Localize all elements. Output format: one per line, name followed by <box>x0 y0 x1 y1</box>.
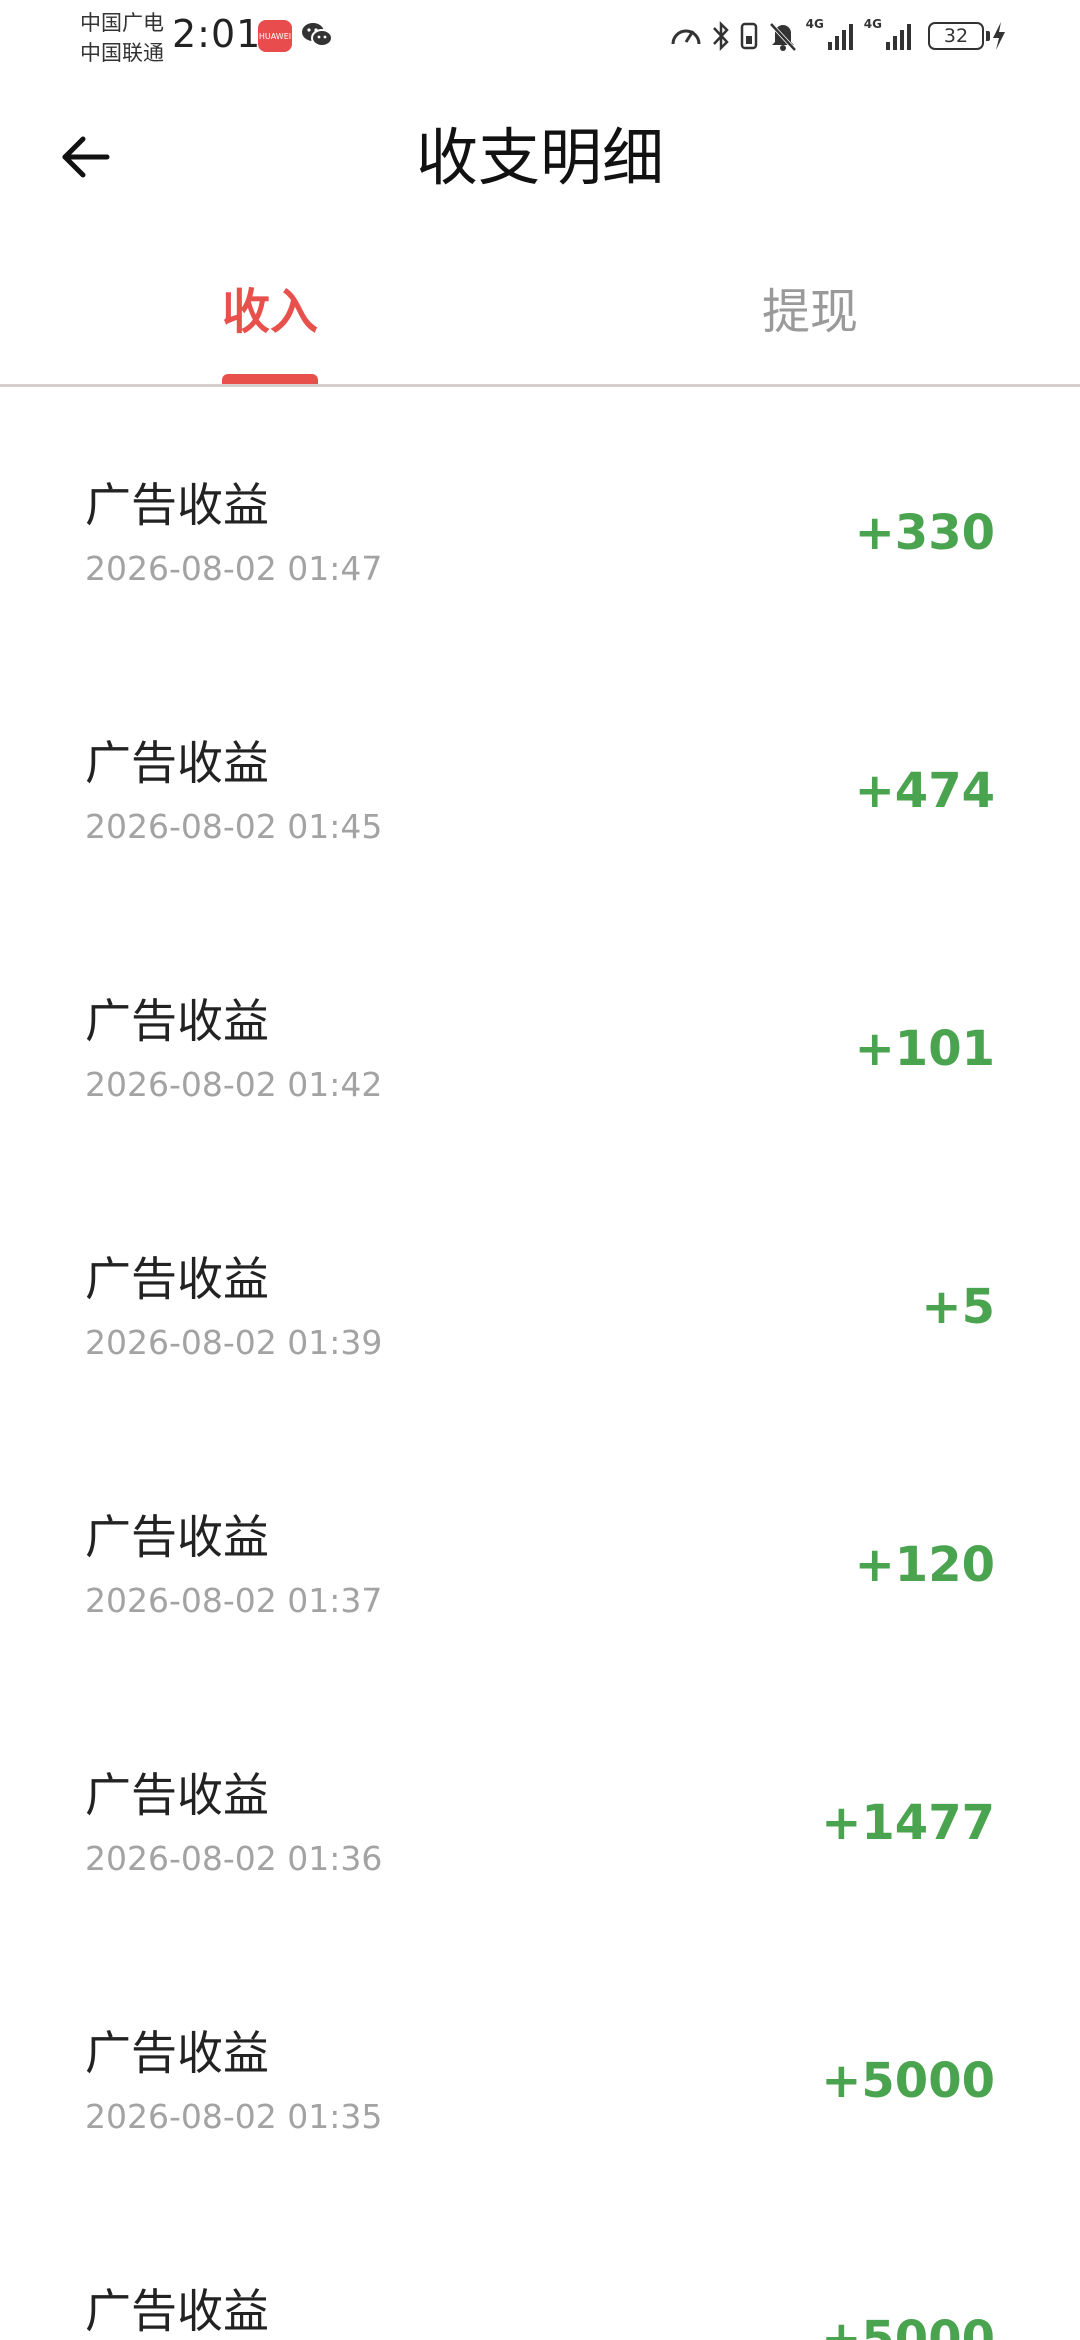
carrier-2: 中国联通 <box>80 41 164 65</box>
list-item[interactable]: 广告收益 2026-08-02 01:39 +5 <box>0 1161 1080 1419</box>
record-time: 2026-08-02 01:37 <box>85 1581 383 1620</box>
active-tab-indicator <box>222 374 318 384</box>
record-amount: +474 <box>854 763 995 819</box>
carrier-info: 中国广电 中国联通 <box>80 8 164 68</box>
bluetooth-icon <box>712 20 729 52</box>
status-icons: 4G 4G 32 <box>668 16 1008 56</box>
record-title: 广告收益 <box>85 736 269 790</box>
carrier-1: 中国广电 <box>80 11 164 35</box>
page-title: 收支明细 <box>415 121 664 194</box>
app-header: 收支明细 <box>0 96 1080 226</box>
record-amount: +1477 <box>821 1795 995 1851</box>
signal-icon <box>827 24 853 50</box>
status-bar: 中国广电 中国联通 2:01 HUAWEI 4G 4G 32 <box>0 0 1080 72</box>
record-amount: +5 <box>921 1279 995 1335</box>
record-time: 2026-08-02 01:36 <box>85 1839 383 1878</box>
record-time: 2026-08-02 01:35 <box>85 2097 383 2136</box>
network-type-1: 4G <box>805 17 824 31</box>
charging-bolt-icon <box>993 22 1005 50</box>
record-title: 广告收益 <box>85 994 269 1048</box>
network-type-2: 4G <box>863 17 882 31</box>
record-time: 2026-08-02 01:39 <box>85 1323 383 1362</box>
record-amount: +5000 <box>821 2311 995 2340</box>
wechat-icon <box>302 23 333 47</box>
record-amount: +120 <box>854 1537 995 1593</box>
list-item[interactable]: 广告收益 2026-08-02 01:37 +120 <box>0 1419 1080 1677</box>
speed-meter-icon <box>671 29 701 45</box>
record-amount: +101 <box>854 1021 995 1077</box>
record-title: 广告收益 <box>85 2284 269 2338</box>
record-title: 广告收益 <box>85 2026 269 2080</box>
list-item[interactable]: 广告收益 2026-08-02 01:36 +1477 <box>0 1677 1080 1935</box>
bell-muted-icon <box>769 22 797 52</box>
list-item[interactable]: 广告收益 2026-08-02 01:42 +101 <box>0 903 1080 1161</box>
record-title: 广告收益 <box>85 1510 269 1564</box>
income-record-list[interactable]: 广告收益 2026-08-02 01:47 +330 广告收益 2026-08-… <box>0 387 1080 2340</box>
list-item[interactable]: 广告收益 2026-08-02 01:47 +330 <box>0 387 1080 645</box>
record-amount: +330 <box>854 505 995 561</box>
huawei-appgallery-icon: HUAWEI <box>258 20 292 52</box>
record-amount: +5000 <box>821 2053 995 2109</box>
list-item[interactable]: 广告收益 2026-08-02 01:45 +474 <box>0 645 1080 903</box>
record-title: 广告收益 <box>85 1252 269 1306</box>
phone-vibrate-icon <box>740 22 757 50</box>
record-time: 2026-08-02 01:42 <box>85 1065 383 1104</box>
tab-income[interactable]: 收入 <box>0 262 540 384</box>
record-title: 广告收益 <box>85 478 269 532</box>
record-time: 2026-08-02 01:47 <box>85 549 383 588</box>
tab-withdraw[interactable]: 提现 <box>540 262 1080 384</box>
tab-bar: 收入 提现 <box>0 262 1080 387</box>
list-item[interactable]: 广告收益 2026-08-02 01:35 +5000 <box>0 1935 1080 2193</box>
record-time: 2026-08-02 01:45 <box>85 807 383 846</box>
signal-icon <box>886 24 911 50</box>
record-title: 广告收益 <box>85 1768 269 1822</box>
battery-icon: 32 <box>928 22 990 50</box>
status-time: 2:01 <box>172 12 262 56</box>
list-item[interactable]: 广告收益 +5000 <box>0 2193 1080 2340</box>
